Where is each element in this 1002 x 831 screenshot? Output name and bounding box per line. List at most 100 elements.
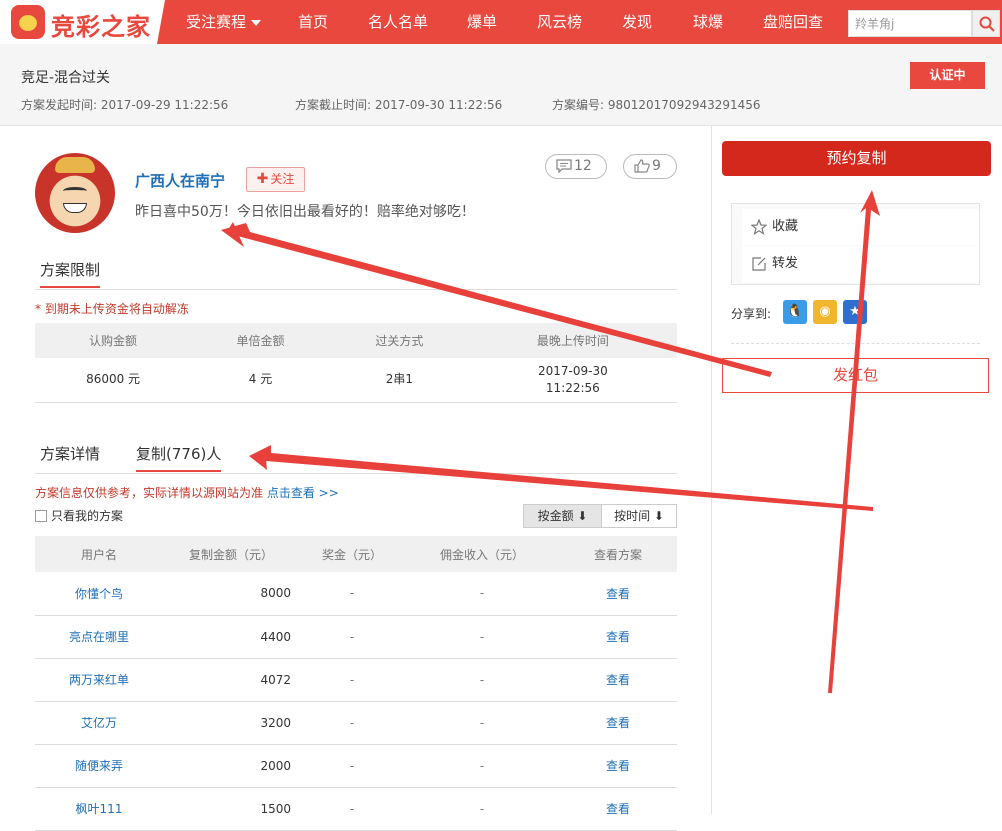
- thumbs-up-icon: [634, 159, 650, 173]
- reserve-copy-button[interactable]: 预约复制: [722, 141, 991, 176]
- sort-by-time-button[interactable]: 按时间 ⬇: [601, 504, 677, 528]
- copier-username[interactable]: 枫叶111: [35, 787, 163, 831]
- plan-start-time: 方案发起时间: 2017-09-29 11:22:56: [21, 98, 229, 112]
- username-link[interactable]: 广西人在南宁: [135, 170, 225, 191]
- view-plan-link[interactable]: 查看: [559, 572, 677, 616]
- pass-type: 2串1: [329, 358, 469, 403]
- bonus: -: [299, 572, 405, 616]
- column-header: 佣金收入（元）: [405, 536, 559, 572]
- limits-table: 认购金额 单倍金额 过关方式 最晚上传时间 86000 元 4 元 2串1 20…: [35, 323, 677, 403]
- table-row: 枫叶111 1500 - - 查看: [35, 787, 677, 831]
- table-row: 随便来弄 2000 - - 查看: [35, 744, 677, 788]
- plan-title: 竞足-混合过关: [21, 70, 111, 86]
- view-plan-link[interactable]: 查看: [559, 787, 677, 831]
- copier-username[interactable]: 随便来弄: [35, 744, 163, 788]
- copy-table: 用户名 复制金额（元） 奖金（元） 佣金收入（元） 查看方案 你懂个鸟 8000…: [35, 536, 677, 831]
- table-row: 艾亿万 3200 - - 查看: [35, 701, 677, 745]
- tab-plan-details[interactable]: 方案详情: [40, 443, 100, 464]
- sort-by-amount-button[interactable]: 按金额 ⬇: [523, 504, 602, 528]
- commission: -: [405, 744, 559, 788]
- logo-text: 竞彩之家: [51, 13, 151, 41]
- avatar[interactable]: [35, 153, 115, 233]
- view-plan-link[interactable]: 查看: [559, 658, 677, 702]
- plan-number: 方案编号: 98012017092943291456: [552, 98, 761, 112]
- copy-amount: 4400: [163, 615, 299, 659]
- view-plan-link[interactable]: 查看: [559, 615, 677, 659]
- table-row: 你懂个鸟 8000 - - 查看: [35, 572, 677, 616]
- commission: -: [405, 658, 559, 702]
- column-header: 最晚上传时间: [468, 323, 677, 358]
- nav-item-ranking[interactable]: 风云榜: [537, 0, 582, 44]
- logo-mascot-icon: [11, 5, 45, 39]
- nav-item-schedule[interactable]: 受注赛程: [186, 0, 262, 44]
- nav-item-odds-check[interactable]: 盘赔回查: [763, 0, 823, 44]
- action-panel: 收藏 转发: [731, 203, 980, 285]
- bonus: -: [299, 744, 405, 788]
- plan-header: 竞足-混合过关 方案发起时间: 2017-09-29 11:22:56 方案截止…: [0, 44, 1002, 126]
- star-icon: [751, 219, 767, 235]
- collect-button[interactable]: 收藏: [742, 209, 979, 245]
- column-header: 单倍金额: [191, 323, 330, 358]
- plan-end-time: 方案截止时间: 2017-09-30 11:22:56: [295, 98, 503, 112]
- follow-button[interactable]: ✚ 关注: [246, 167, 305, 192]
- site-logo[interactable]: 竞彩之家: [0, 0, 165, 44]
- comment-count-button[interactable]: 12: [545, 154, 607, 179]
- send-red-packet-button[interactable]: 发红包: [722, 358, 989, 393]
- copier-username[interactable]: 亮点在哪里: [35, 615, 163, 659]
- nav-item-discover[interactable]: 发现: [622, 0, 652, 44]
- plus-icon: ✚: [256, 171, 269, 187]
- user-bio: 昨日喜中50万！今日依旧出最看好的！赔率绝对够吃！: [135, 204, 475, 220]
- search-icon: [979, 16, 995, 32]
- forward-button[interactable]: 转发: [742, 246, 979, 282]
- share-label: 分享到:: [731, 307, 772, 321]
- search-input[interactable]: 羚羊角j: [848, 10, 972, 37]
- column-header: 过关方式: [329, 323, 469, 358]
- nav-item-celebrities[interactable]: 名人名单: [368, 0, 428, 44]
- commission: -: [405, 615, 559, 659]
- weibo-share-icon[interactable]: ◉: [813, 300, 837, 324]
- copier-username[interactable]: 艾亿万: [35, 701, 163, 745]
- subscription-amount: 86000 元: [35, 358, 192, 403]
- view-plan-link[interactable]: 查看: [559, 701, 677, 745]
- copier-username[interactable]: 你懂个鸟: [35, 572, 163, 616]
- share-edit-icon: [752, 257, 766, 271]
- comment-icon: [556, 159, 572, 173]
- like-count-button[interactable]: 9: [623, 154, 677, 179]
- commission: -: [405, 701, 559, 745]
- latest-upload-time: 2017-09-30 11:22:56: [468, 358, 677, 403]
- tab-copies[interactable]: 复制(776)人: [136, 443, 222, 472]
- unit-amount: 4 元: [191, 358, 330, 403]
- table-row: 亮点在哪里 4400 - - 查看: [35, 615, 677, 659]
- column-header: 复制金额（元）: [163, 536, 299, 572]
- nav-item-ballbao[interactable]: 球爆: [693, 0, 723, 44]
- copier-username[interactable]: 两万来红单: [35, 658, 163, 702]
- commission: -: [405, 572, 559, 616]
- table-row: 两万来红单 4072 - - 查看: [35, 658, 677, 702]
- info-disclaimer: 方案信息仅供参考，实际详情以源网站为准 点击查看 >>: [35, 486, 339, 500]
- bonus: -: [299, 787, 405, 831]
- copy-amount: 2000: [163, 744, 299, 788]
- bonus: -: [299, 701, 405, 745]
- copy-amount: 8000: [163, 572, 299, 616]
- bonus: -: [299, 658, 405, 702]
- only-mine-checkbox[interactable]: 只看我的方案: [35, 507, 123, 524]
- table-row: 86000 元 4 元 2串1 2017-09-30 11:22:56: [35, 358, 677, 403]
- column-header: 奖金（元）: [299, 536, 405, 572]
- column-header: 认购金额: [35, 323, 192, 358]
- sidebar-divider: [711, 126, 712, 814]
- view-source-link[interactable]: 点击查看 >>: [267, 486, 339, 500]
- commission: -: [405, 787, 559, 831]
- chevron-down-icon: [251, 19, 262, 26]
- annotation-arrow-to-copy-tab: [249, 445, 873, 511]
- divider: [731, 343, 980, 344]
- qq-share-icon[interactable]: 🐧: [783, 300, 807, 324]
- view-plan-link[interactable]: 查看: [559, 744, 677, 788]
- bonus: -: [299, 615, 405, 659]
- nav-item-hot[interactable]: 爆单: [467, 0, 497, 44]
- copy-amount: 1500: [163, 787, 299, 831]
- qzone-share-icon[interactable]: ★: [843, 300, 867, 324]
- search-button[interactable]: [972, 10, 1000, 37]
- tab-plan-limits[interactable]: 方案限制: [40, 259, 101, 288]
- copy-amount: 4072: [163, 658, 299, 702]
- nav-item-home[interactable]: 首页: [298, 0, 328, 44]
